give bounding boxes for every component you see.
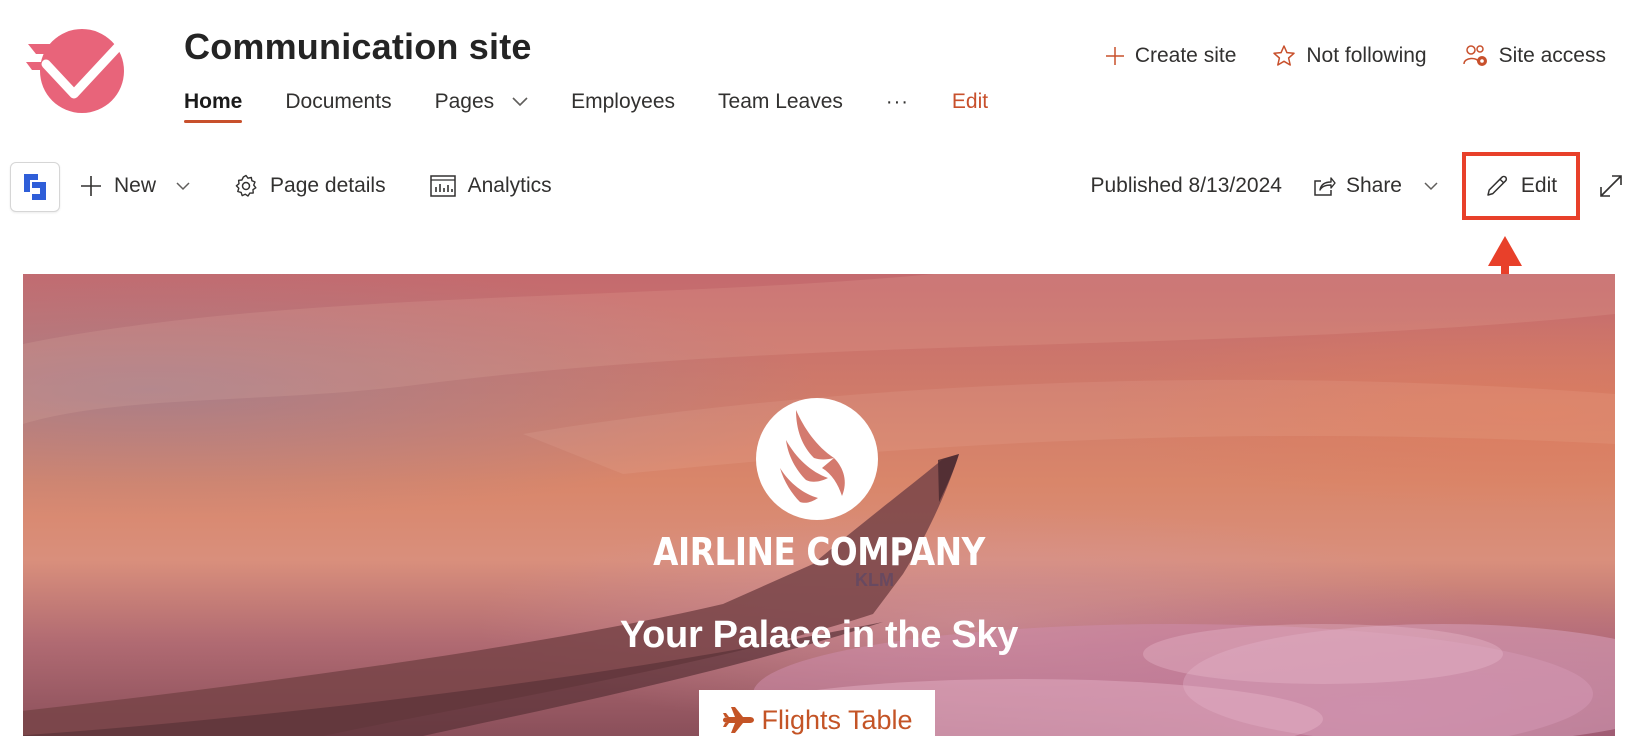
site-access-label: Site access [1498, 44, 1606, 67]
airline-logo-icon [756, 398, 878, 520]
site-actions: Create site Not following Site access [1105, 44, 1606, 68]
nav-item-label: Pages [434, 90, 495, 113]
page-details-label: Page details [270, 174, 386, 197]
airplane-icon [723, 707, 755, 733]
site-access-button[interactable]: Site access [1462, 44, 1606, 68]
gear-icon [235, 174, 257, 197]
new-label: New [114, 174, 157, 197]
share-icon [1314, 177, 1336, 196]
nav-item-label: Documents [285, 90, 392, 113]
hero-company-name: AIRLINE COMPANY [653, 530, 985, 574]
share-button[interactable]: Share [1312, 174, 1438, 198]
expand-icon [1600, 175, 1622, 197]
wing-livery-label: KLM [855, 570, 894, 590]
app-launcher-tile[interactable] [10, 162, 60, 212]
more-nav-button[interactable]: ··· [886, 91, 909, 114]
published-status: Published 8/13/2024 [1090, 174, 1282, 197]
nav-item-label: Home [184, 90, 243, 113]
command-bar: New Page details Analytics Published 8/1… [10, 152, 1624, 220]
chevron-down-icon [1424, 181, 1438, 190]
chevron-down-icon [176, 181, 190, 190]
edit-page-button[interactable]: Edit [1462, 152, 1580, 220]
page-details-button[interactable]: Page details [234, 174, 386, 198]
star-icon [1273, 45, 1296, 66]
app-logo-icon [24, 174, 46, 200]
hero-banner: AIRLINE COMPANY KLM Your Palace in the S… [23, 274, 1615, 736]
people-settings-icon [1462, 45, 1487, 66]
nav-item-team-leaves[interactable]: Team Leaves [718, 90, 843, 114]
create-site-button[interactable]: Create site [1105, 44, 1237, 68]
chevron-down-icon [512, 97, 528, 107]
create-site-label: Create site [1134, 44, 1237, 67]
nav-item-employees[interactable]: Employees [571, 90, 675, 114]
pencil-icon [1487, 175, 1508, 196]
site-logo-icon [26, 29, 133, 113]
nav-item-pages[interactable]: Pages [435, 90, 529, 114]
analytics-button[interactable]: Analytics [429, 174, 552, 198]
plus-icon [1105, 47, 1124, 65]
edit-page-label: Edit [1520, 174, 1558, 197]
follow-label: Not following [1306, 44, 1427, 67]
follow-button[interactable]: Not following [1272, 44, 1427, 68]
share-label: Share [1345, 174, 1402, 197]
analytics-icon [429, 175, 456, 197]
wing-livery-text: KLM [855, 570, 894, 590]
flights-table-button[interactable]: Flights Table [699, 690, 935, 736]
flights-table-label: Flights Table [761, 704, 913, 735]
new-button[interactable]: New [80, 174, 190, 198]
nav-item-home[interactable]: Home [184, 90, 243, 123]
site-nav: Home Documents Pages Employees Team Leav… [184, 82, 988, 123]
hero-tagline: Your Palace in the Sky [619, 614, 1019, 656]
nav-item-label: Team Leaves [718, 90, 843, 113]
nav-item-documents[interactable]: Documents [285, 90, 391, 114]
edit-nav-link[interactable]: Edit [952, 90, 988, 114]
site-logo[interactable] [26, 24, 138, 114]
plus-icon [81, 176, 101, 196]
expand-button[interactable] [1598, 173, 1624, 199]
analytics-label: Analytics [467, 174, 552, 197]
site-title[interactable]: Communication site [184, 26, 532, 68]
nav-item-label: Employees [571, 90, 676, 113]
